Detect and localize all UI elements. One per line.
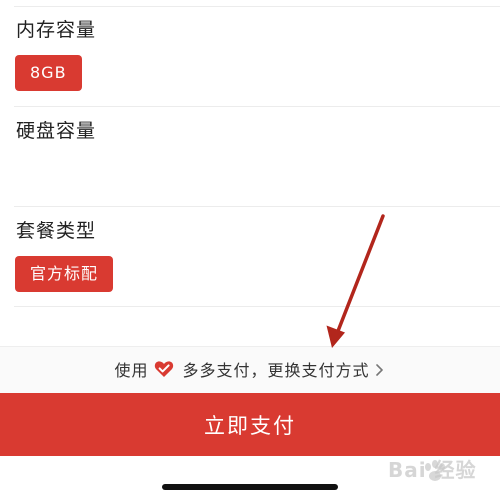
package-option-chip[interactable]: 官方标配 xyxy=(15,256,114,292)
payment-method-row[interactable]: 使用 多多支付 ，更换支付方式 xyxy=(0,356,500,382)
change-payment-link[interactable]: ，更换支付方式 xyxy=(251,357,370,381)
home-indicator xyxy=(162,484,338,490)
storage-divider xyxy=(14,206,500,207)
storage-section-title: 硬盘容量 xyxy=(16,120,97,142)
heart-icon xyxy=(154,359,174,379)
memory-divider xyxy=(14,106,500,107)
chevron-right-icon xyxy=(374,362,386,376)
payment-prefix-text: 使用 xyxy=(114,361,149,380)
pay-now-button[interactable]: 立即支付 xyxy=(0,393,500,456)
package-divider xyxy=(14,306,500,307)
memory-option-chip[interactable]: 8GB xyxy=(15,55,82,91)
memory-section-title: 内存容量 xyxy=(16,19,97,41)
package-section-title: 套餐类型 xyxy=(16,220,97,242)
baidu-watermark-text: Bai 经验 xyxy=(388,458,477,482)
top-divider xyxy=(14,6,500,7)
payment-method-name: 多多支付 xyxy=(182,361,251,380)
